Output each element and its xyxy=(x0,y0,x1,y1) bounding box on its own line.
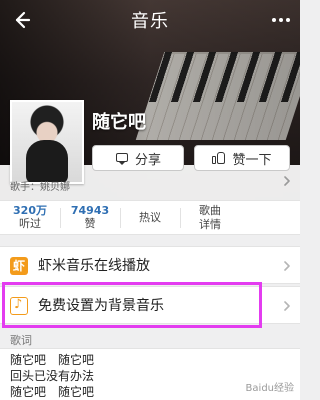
lyrics-section-label: 歌词 xyxy=(10,334,32,347)
lyric-line: 随它吧 随它吧 xyxy=(10,385,95,399)
top-bar: 音乐 xyxy=(0,0,300,40)
singer-name[interactable]: 歌手：姚贝娜 xyxy=(10,178,70,193)
share-button-label: 分享 xyxy=(134,152,161,168)
listens-label: 听过 xyxy=(19,217,41,230)
watermark-text: Baidu经验 xyxy=(245,383,294,394)
singer-avatar xyxy=(10,100,84,184)
song-details-label-line2: 详情 xyxy=(199,218,221,231)
listens-value: 320万 xyxy=(13,204,47,217)
likes-stat[interactable]: 74943 赞 xyxy=(60,201,120,235)
more-dot xyxy=(286,18,290,22)
song-details-label-line1: 歌曲 xyxy=(199,204,221,217)
song-stats-bar: 320万 听过 74943 赞 热议 歌曲 详情 xyxy=(0,200,300,235)
song-details-stat[interactable]: 歌曲 详情 xyxy=(180,201,240,235)
thumbs-up-icon xyxy=(212,151,226,165)
share-button[interactable]: 分享 xyxy=(92,145,184,171)
highlight-annotation-box xyxy=(2,282,262,328)
more-dot xyxy=(272,18,276,22)
back-arrow-icon[interactable] xyxy=(8,8,34,32)
like-button[interactable]: 赞一下 xyxy=(194,145,290,171)
share-icon xyxy=(115,151,129,165)
song-title: 随它吧 xyxy=(92,112,146,133)
likes-value: 74943 xyxy=(70,204,110,217)
xiami-play-label: 虾米音乐在线播放 xyxy=(38,258,150,274)
likes-label: 赞 xyxy=(84,217,96,230)
chevron-right-icon xyxy=(284,301,290,311)
xiami-icon: 虾 xyxy=(10,257,28,275)
discuss-label: 热议 xyxy=(139,211,161,224)
chevron-right-icon xyxy=(284,261,290,271)
lyric-line: 回头已没有办法 xyxy=(10,369,95,383)
discuss-stat[interactable]: 热议 xyxy=(120,201,180,235)
page-title: 音乐 xyxy=(131,11,169,32)
like-button-label: 赞一下 xyxy=(232,152,272,168)
lyric-line: 随它吧 随它吧 xyxy=(10,353,95,367)
listens-stat[interactable]: 320万 听过 xyxy=(0,201,60,235)
chevron-right-icon[interactable] xyxy=(282,176,292,186)
more-dot xyxy=(279,18,283,22)
xiami-play-row[interactable]: 虾 虾米音乐在线播放 xyxy=(0,246,300,284)
more-dots-icon[interactable] xyxy=(268,8,294,32)
